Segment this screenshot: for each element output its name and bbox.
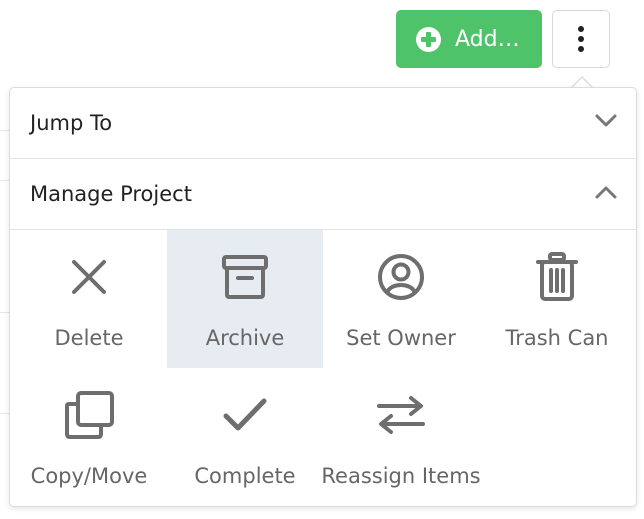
action-label: Reassign Items: [321, 464, 481, 488]
action-label: Copy/Move: [30, 464, 148, 488]
action-copy-move[interactable]: Copy/Move: [11, 368, 167, 506]
add-button[interactable]: Add…: [396, 10, 542, 68]
section-jump-to[interactable]: Jump To: [10, 88, 636, 159]
archive-box-icon: [222, 255, 268, 299]
add-button-label: Add…: [455, 26, 520, 52]
action-complete[interactable]: Complete: [167, 368, 323, 506]
vertical-ellipsis-icon: [578, 26, 584, 52]
checkmark-icon: [223, 398, 267, 431]
close-icon: [72, 260, 106, 294]
chevron-down-icon: [595, 114, 617, 127]
plus-circle-icon: [416, 26, 441, 52]
section-manage-project[interactable]: Manage Project: [10, 159, 636, 230]
section-label: Jump To: [30, 111, 113, 135]
action-label: Complete: [194, 464, 296, 488]
trash-icon: [536, 252, 578, 301]
action-label: Archive: [205, 326, 285, 350]
project-actions-menu: Jump To Manage Project Delete Archive Se…: [9, 87, 637, 507]
action-reassign-items[interactable]: Reassign Items: [321, 368, 481, 506]
swap-arrows-icon: [377, 396, 425, 434]
action-label: Trash Can: [505, 326, 609, 350]
action-label: Set Owner: [346, 326, 456, 350]
action-trash-can[interactable]: Trash Can: [479, 230, 635, 368]
action-archive[interactable]: Archive: [167, 230, 323, 368]
user-circle-icon: [378, 254, 424, 300]
action-label: Delete: [54, 326, 124, 350]
more-options-button[interactable]: [552, 10, 610, 68]
chevron-up-icon: [595, 186, 617, 199]
copy-icon: [65, 391, 114, 439]
section-label: Manage Project: [30, 182, 192, 206]
action-set-owner[interactable]: Set Owner: [323, 230, 479, 368]
action-delete[interactable]: Delete: [11, 230, 167, 368]
